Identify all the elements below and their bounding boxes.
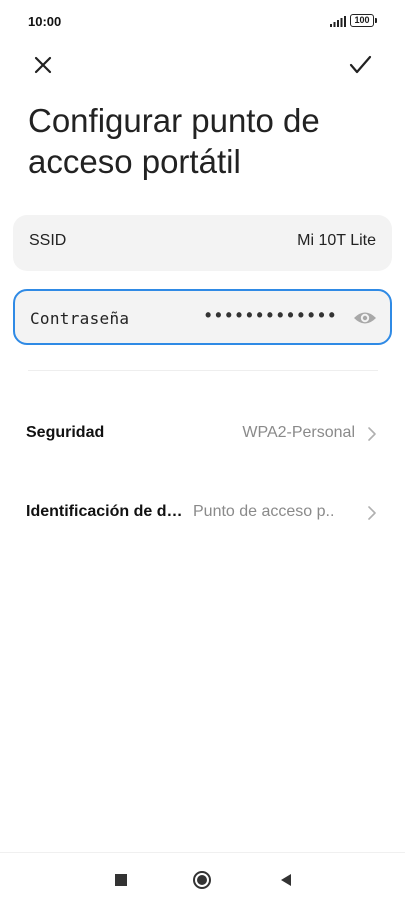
back-triangle-icon[interactable] [276,870,296,890]
security-value: WPA2-Personal [242,424,355,441]
status-time: 10:00 [28,14,62,29]
security-row[interactable]: Seguridad WPA2-Personal [0,414,405,454]
device-id-label: Identificación de d… [26,503,183,520]
device-id-row[interactable]: Identificación de d… Punto de acceso p.. [0,493,405,533]
password-label: Contraseña [30,309,130,328]
chevron-right-icon [368,506,376,520]
password-field[interactable]: Contraseña ••••••••••••• [13,289,392,345]
square-icon[interactable] [111,870,131,890]
ssid-value[interactable]: Mi 10T Lite [297,232,376,250]
device-id-value: Punto de acceso p.. [193,503,335,520]
close-icon[interactable] [28,50,58,80]
status-bar: 10:00 100 [0,0,405,42]
password-value[interactable]: ••••••••••••• [205,305,339,326]
chevron-right-icon [368,427,376,441]
security-label: Seguridad [26,424,105,441]
ssid-field[interactable]: SSID Mi 10T Lite [13,215,392,271]
page-title: Configurar punto de acceso portátil [28,102,320,180]
navigation-bar [0,852,405,903]
check-icon[interactable] [345,50,375,80]
signal-icon [330,16,346,27]
divider [28,370,378,371]
battery-icon: 100 [350,14,377,27]
eye-icon[interactable] [353,308,377,328]
circle-icon[interactable] [192,870,212,890]
ssid-label: SSID [29,232,67,249]
